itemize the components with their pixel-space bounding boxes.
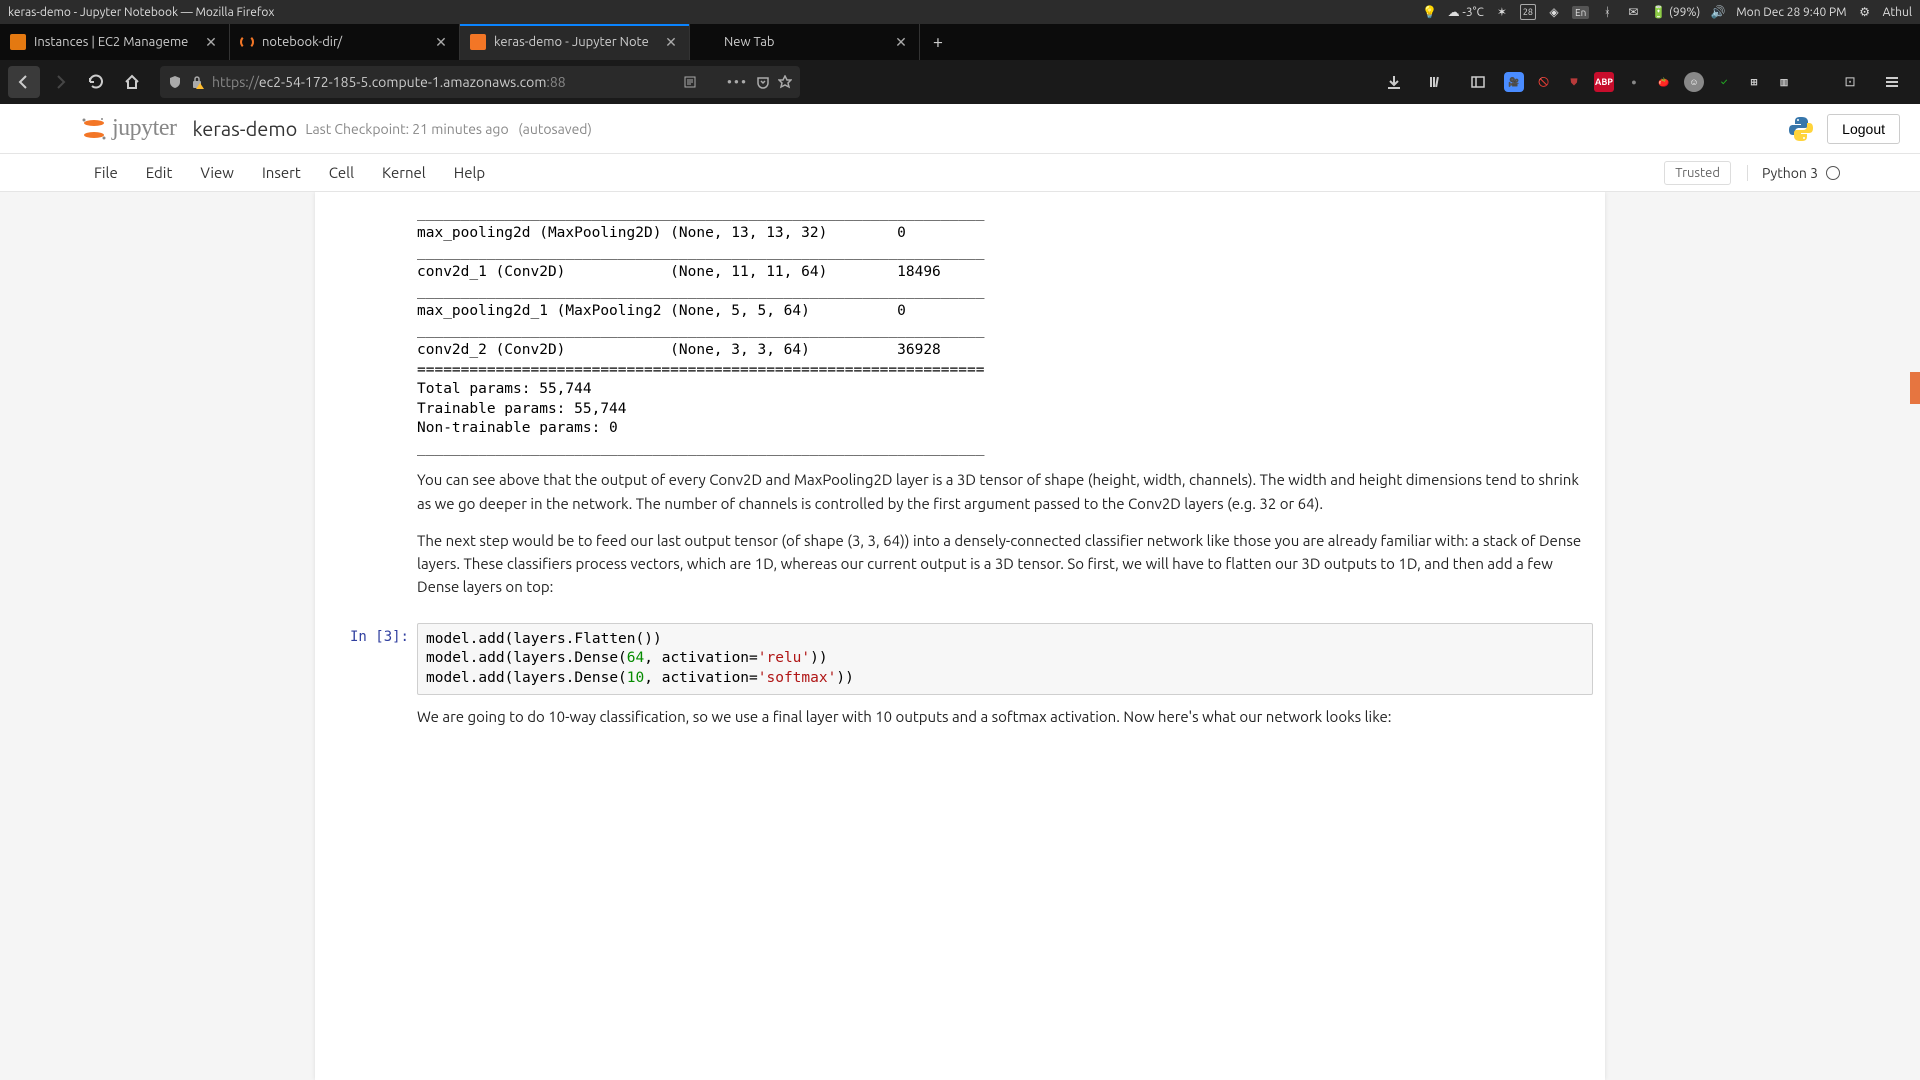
close-icon[interactable]: ✕ <box>663 34 679 50</box>
code-input[interactable]: model.add(layers.Flatten())model.add(lay… <box>417 623 1593 696</box>
notebook-name[interactable]: keras-demo <box>192 117 297 140</box>
menu-help[interactable]: Help <box>440 156 499 189</box>
reader-icon[interactable] <box>683 75 697 89</box>
jupyter-menubar: File Edit View Insert Cell Kernel Help T… <box>0 154 1920 192</box>
blank-favicon-icon <box>700 34 716 50</box>
notebook-favicon-icon <box>470 34 486 50</box>
aws-favicon-icon <box>10 34 26 50</box>
bookmark-star-icon[interactable] <box>778 75 792 89</box>
menu-file[interactable]: File <box>80 156 132 189</box>
home-button[interactable] <box>116 66 148 98</box>
code-cell[interactable]: In [3]: model.add(layers.Flatten())model… <box>327 619 1593 700</box>
system-bar: keras-demo - Jupyter Notebook — Mozilla … <box>0 0 1920 24</box>
tab-title: Instances | EC2 Manageme <box>34 35 199 49</box>
tab-title: notebook-dir/ <box>262 35 429 49</box>
dropbox-icon[interactable]: ✶ <box>1494 4 1510 20</box>
extensions-button[interactable]: ⊡ <box>1834 66 1866 98</box>
back-button[interactable] <box>8 66 40 98</box>
url-text: https://ec2-54-172-185-5.compute-1.amazo… <box>212 74 675 90</box>
model-summary-output: ________________________________________… <box>417 204 1593 458</box>
tab-title: keras-demo - Jupyter Note <box>494 35 659 49</box>
notebook-scroll-area[interactable]: ________________________________________… <box>0 192 1920 1080</box>
markdown-paragraph: The next step would be to feed our last … <box>417 529 1593 599</box>
gear-icon[interactable]: ⚙ <box>1857 4 1873 20</box>
grid-ext-icon[interactable]: ⊞ <box>1744 72 1764 92</box>
markdown-paragraph: You can see above that the output of eve… <box>417 468 1593 515</box>
python-logo-icon <box>1787 115 1815 143</box>
menu-button[interactable] <box>1876 66 1908 98</box>
kernel-indicator[interactable]: Python 3 <box>1747 165 1840 181</box>
library-button[interactable] <box>1420 66 1452 98</box>
shield-ext-icon[interactable]: ✓ <box>1714 72 1734 92</box>
close-icon[interactable]: ✕ <box>203 34 219 50</box>
reload-button[interactable] <box>80 66 112 98</box>
browser-tab-active[interactable]: keras-demo - Jupyter Note ✕ <box>460 24 690 60</box>
lock-warning-icon[interactable] <box>190 75 204 89</box>
jupyter-favicon-icon <box>240 35 254 49</box>
jupyter-logo-icon[interactable] <box>80 115 108 143</box>
menu-view[interactable]: View <box>186 156 248 189</box>
input-prompt: In [3]: <box>327 623 417 696</box>
clock[interactable]: Mon Dec 28 9:40 PM <box>1736 6 1846 19</box>
logout-button[interactable]: Logout <box>1827 114 1900 144</box>
scroll-position-indicator <box>1910 372 1920 404</box>
zoom-ext-icon[interactable]: 🎥 <box>1504 72 1524 92</box>
menu-kernel[interactable]: Kernel <box>368 156 440 189</box>
output-cell: ________________________________________… <box>327 200 1593 462</box>
browser-nav-bar: https://ec2-54-172-185-5.compute-1.amazo… <box>0 60 1920 104</box>
markdown-cell[interactable]: We are going to do 10-way classification… <box>327 699 1593 748</box>
battery-indicator[interactable]: 🔋 (99%) <box>1651 5 1700 19</box>
markdown-cell[interactable]: You can see above that the output of eve… <box>327 462 1593 618</box>
window-title: keras-demo - Jupyter Notebook — Mozilla … <box>8 6 274 19</box>
close-icon[interactable]: ✕ <box>433 34 449 50</box>
jupyter-brand[interactable]: jupyter <box>112 115 176 142</box>
menu-edit[interactable]: Edit <box>132 156 187 189</box>
trusted-indicator[interactable]: Trusted <box>1664 161 1731 185</box>
tab-title: New Tab <box>724 35 889 49</box>
volume-icon[interactable]: 🔊 <box>1710 4 1726 20</box>
book-ext-icon[interactable]: ▥ <box>1774 72 1794 92</box>
new-tab-button[interactable]: + <box>920 24 956 60</box>
pocket-icon[interactable] <box>756 75 770 89</box>
bulb-icon[interactable]: 💡 <box>1422 4 1438 20</box>
ext-icon-1[interactable]: ● <box>1624 72 1644 92</box>
bluetooth-icon[interactable]: ᚼ <box>1599 4 1615 20</box>
ublock-ext-icon[interactable]: ⛊ <box>1564 72 1584 92</box>
menu-cell[interactable]: Cell <box>315 156 368 189</box>
markdown-paragraph: We are going to do 10-way classification… <box>417 705 1593 728</box>
noscript-ext-icon[interactable]: 🚫 <box>1534 72 1554 92</box>
user-name[interactable]: Athul <box>1883 6 1912 19</box>
forward-button <box>44 66 76 98</box>
notebook-container: ________________________________________… <box>315 192 1605 1080</box>
close-icon[interactable]: ✕ <box>893 34 909 50</box>
shield-icon[interactable] <box>168 75 182 89</box>
checkpoint-text: Last Checkpoint: 21 minutes ago (autosav… <box>305 121 592 137</box>
calendar-icon[interactable]: 28 <box>1520 4 1536 20</box>
browser-tab[interactable]: notebook-dir/ ✕ <box>230 24 460 60</box>
url-bar[interactable]: https://ec2-54-172-185-5.compute-1.amazo… <box>160 66 800 98</box>
mail-icon[interactable]: ✉ <box>1625 4 1641 20</box>
menu-insert[interactable]: Insert <box>248 156 315 189</box>
language-indicator[interactable]: En <box>1572 6 1589 19</box>
sidebar-button[interactable] <box>1462 66 1494 98</box>
weather-indicator[interactable]: ☁ -3°C <box>1448 5 1484 19</box>
profile-ext-icon[interactable]: ☺ <box>1684 72 1704 92</box>
tomato-ext-icon[interactable]: 🍅 <box>1654 72 1674 92</box>
output-prompt <box>327 204 417 458</box>
jupyter-header: jupyter keras-demo Last Checkpoint: 21 m… <box>0 104 1920 154</box>
kernel-status-icon <box>1826 166 1840 180</box>
page-actions-icon[interactable]: ••• <box>727 74 748 90</box>
downloads-button[interactable] <box>1378 66 1410 98</box>
browser-tab[interactable]: Instances | EC2 Manageme ✕ <box>0 24 230 60</box>
browser-tab[interactable]: New Tab ✕ <box>690 24 920 60</box>
abp-ext-icon[interactable]: ABP <box>1594 72 1614 92</box>
wifi-icon[interactable]: ◈ <box>1546 4 1562 20</box>
browser-tab-bar: Instances | EC2 Manageme ✕ notebook-dir/… <box>0 24 1920 60</box>
